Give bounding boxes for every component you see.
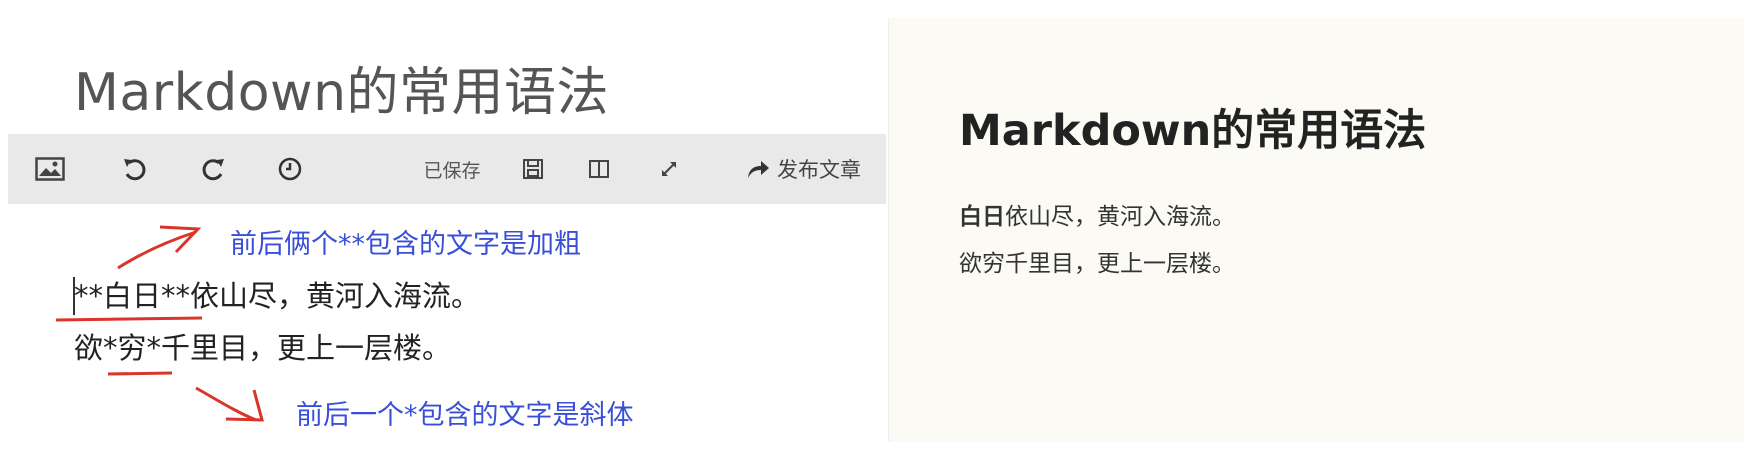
image-icon [35, 157, 65, 181]
split-view-icon [589, 160, 609, 178]
redo-icon [202, 159, 224, 181]
redo-button[interactable] [186, 134, 242, 204]
italic-text: 穷 [117, 331, 147, 365]
preview-pane: Markdown的常用语法 白日依山尽，黄河入海流。 欲穷千里目，更上一层楼。 [888, 18, 1744, 442]
article-title-input[interactable]: Markdown的常用语法 [74, 50, 609, 125]
markdown-editor-textarea[interactable]: **白日**依山尽，黄河入海流。 欲*穷*千里目，更上一层楼。 [73, 270, 864, 374]
save-icon [523, 159, 543, 179]
editor-pane: Markdown的常用语法 已保存 发布文章 前后俩个**包含的文字是加粗 **… [0, 0, 886, 460]
bold-marker-close: ** [161, 279, 191, 313]
history-icon [278, 157, 302, 181]
preview-italic-text: 穷 [982, 251, 1005, 277]
line-2-rest: 千里目，更上一层楼。 [161, 331, 452, 365]
editor-line-2: 欲*穷*千里目，更上一层楼。 [74, 322, 864, 374]
preview-line-1: 白日依山尽，黄河入海流。 [959, 194, 1235, 241]
share-arrow-icon [748, 161, 769, 178]
bold-arrow [117, 230, 197, 270]
publish-button[interactable]: 发布文章 [728, 134, 878, 204]
publish-label: 发布文章 [777, 158, 861, 182]
preview-line-2-rest: 千里目，更上一层楼。 [1005, 251, 1235, 277]
line-2-prefix: 欲 [74, 331, 104, 365]
undo-button[interactable] [106, 134, 162, 204]
preview-line-1-rest: 依山尽，黄河入海流。 [1005, 204, 1235, 230]
italic-arrow-head [225, 389, 264, 422]
preview-line-2: 欲穷千里目，更上一层楼。 [959, 241, 1235, 288]
italic-marker-open: * [103, 331, 118, 365]
preview-body: 白日依山尽，黄河入海流。 欲穷千里目，更上一层楼。 [959, 194, 1235, 288]
save-status-label: 已保存 [423, 159, 481, 182]
editor-toolbar: 已保存 发布文章 [8, 134, 886, 204]
editor-line-1: **白日**依山尽，黄河入海流。 [74, 270, 864, 322]
history-button[interactable] [262, 134, 318, 204]
italic-arrow [195, 386, 257, 422]
markdown-editor-screen: Markdown的常用语法 已保存 发布文章 前后俩个**包含的文字是加粗 **… [0, 0, 1744, 460]
preview-line-2-prefix: 欲 [959, 251, 982, 277]
split-view-button[interactable] [574, 134, 624, 204]
italic-marker-close: * [146, 331, 162, 365]
bold-marker-open: ** [74, 279, 103, 313]
save-button[interactable] [508, 134, 558, 204]
bold-arrow-head [159, 225, 202, 254]
undo-icon [124, 159, 146, 181]
preview-title: Markdown的常用语法 [959, 106, 1427, 156]
bold-annotation: 前后俩个**包含的文字是加粗 [230, 229, 581, 260]
text-caret [73, 277, 75, 315]
fullscreen-button[interactable] [644, 134, 694, 204]
line-1-rest: 依山尽，黄河入海流。 [190, 279, 481, 313]
italic-annotation: 前后一个*包含的文字是斜体 [296, 400, 634, 431]
bold-text: 白日 [103, 279, 162, 313]
fullscreen-icon [662, 162, 676, 176]
insert-image-button[interactable] [22, 134, 78, 204]
save-status: 已保存 [412, 134, 492, 204]
preview-bold-text: 白日 [959, 204, 1005, 230]
